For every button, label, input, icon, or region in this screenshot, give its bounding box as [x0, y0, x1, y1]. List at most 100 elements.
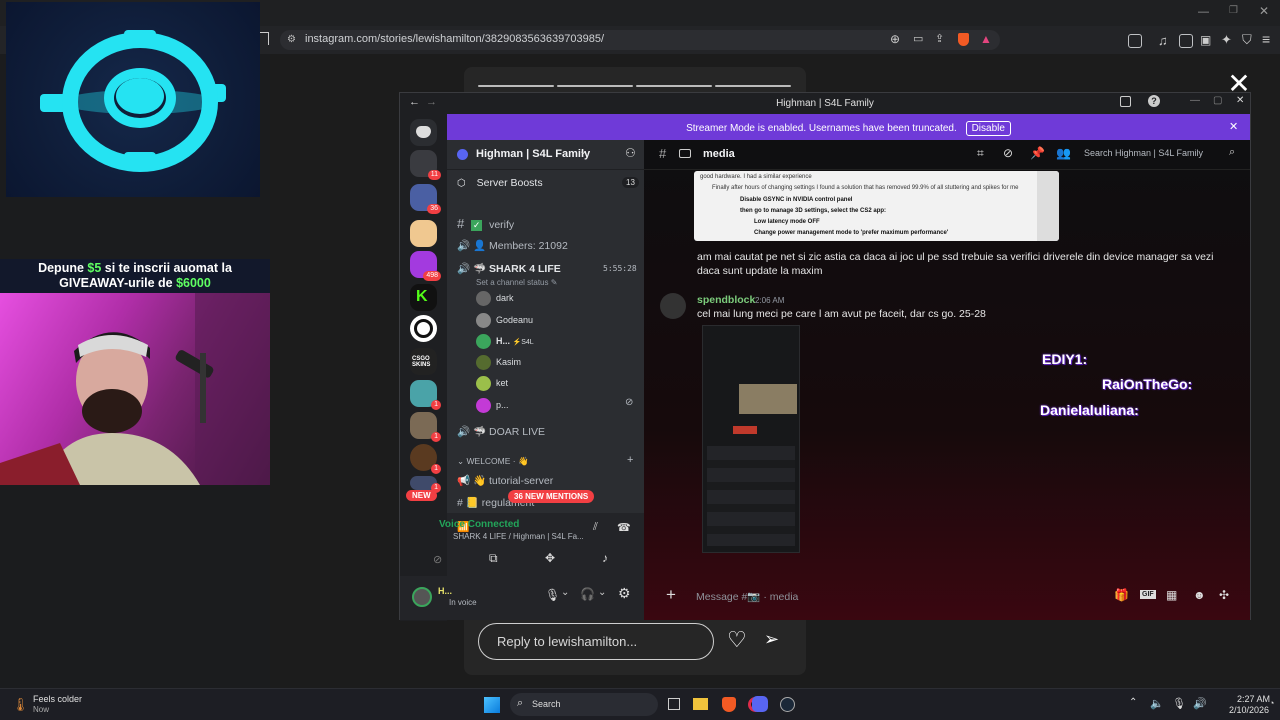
server-icon[interactable]: 498	[410, 251, 441, 281]
bookmark-icon[interactable]	[259, 32, 269, 45]
voice-member[interactable]: Godeanu	[476, 313, 533, 328]
server-icon[interactable]: 36	[410, 184, 441, 214]
new-mentions-pill[interactable]: 36 NEW MENTIONS	[508, 490, 595, 503]
clock-date[interactable]: 2/10/2026	[1229, 705, 1269, 715]
heart-icon[interactable]: ♡	[727, 627, 747, 653]
chevron-up-icon[interactable]: ⌃	[1129, 697, 1137, 708]
new-servers-pill[interactable]: NEW	[406, 490, 437, 501]
weather-title[interactable]: Feels colder	[33, 694, 82, 704]
noise-suppression-icon[interactable]: ⫽	[593, 521, 598, 534]
site-settings-icon[interactable]: ⚙	[287, 34, 296, 45]
voice-member[interactable]: ket	[476, 376, 508, 391]
author-avatar[interactable]	[660, 293, 686, 319]
threads-icon[interactable]: ⌗	[977, 146, 984, 161]
story-reply-input[interactable]: Reply to lewishamilton...	[478, 623, 714, 660]
disable-streamer-mode-button[interactable]: Disable	[965, 121, 1011, 136]
apps-icon[interactable]: ✣	[1219, 588, 1229, 602]
thermometer-icon[interactable]: 🌡	[12, 697, 29, 713]
microphone-icon[interactable]: 🎙	[1172, 697, 1186, 710]
volume-icon[interactable]: 🔊	[1193, 697, 1207, 710]
clock-time[interactable]: 2:27 AM	[1237, 694, 1270, 704]
discord-home-button[interactable]	[410, 119, 437, 146]
search-input[interactable]: Search Highman | S4L Family	[1078, 148, 1242, 164]
headphones-icon[interactable]: 🎧	[580, 587, 595, 601]
discord-maximize-icon[interactable]: ▢	[1213, 95, 1222, 106]
voice-member[interactable]: dark	[476, 291, 514, 306]
message-input[interactable]: Message #📷 · media	[696, 590, 798, 603]
zoom-icon[interactable]: ⊕	[890, 32, 900, 46]
address-bar[interactable]: ⚙ instagram.com/stories/lewishamilton/38…	[280, 30, 1000, 50]
back-arrow-icon[interactable]: ←	[409, 96, 420, 108]
category-welcome[interactable]: ⌄ WELCOME · 👋	[457, 456, 529, 467]
pin-icon[interactable]: 📌	[1030, 146, 1045, 160]
add-channel-icon[interactable]: +	[627, 454, 633, 466]
channel-members[interactable]: 🔊 👤 Members: 21092	[457, 239, 568, 252]
maximize-icon[interactable]: ❐	[1229, 5, 1238, 16]
wallet-icon[interactable]: ▣	[1200, 33, 1211, 47]
add-attachment-icon[interactable]: +	[666, 585, 676, 605]
sticker-icon[interactable]: ▦	[1166, 588, 1177, 602]
inbox-icon[interactable]	[1120, 96, 1131, 107]
banner-close-icon[interactable]: ✕	[1229, 120, 1238, 133]
discord-taskbar-icon[interactable]	[752, 696, 768, 712]
brave-browser-icon[interactable]	[722, 697, 736, 712]
channel-verify[interactable]: # ✓ verify	[457, 216, 514, 231]
server-icon[interactable]: CSGO SKINS	[410, 348, 437, 375]
menu-icon[interactable]: ≡	[1262, 31, 1270, 47]
camera-off-icon[interactable]: ⊘	[433, 553, 442, 566]
microphone-icon[interactable]: 🎙	[545, 588, 560, 602]
message-author[interactable]: spendblock	[697, 294, 755, 306]
start-icon[interactable]	[484, 697, 500, 713]
set-channel-status[interactable]: Set a channel status ✎	[476, 278, 557, 287]
file-explorer-icon[interactable]	[693, 698, 708, 710]
channel-shark-4-life[interactable]: 🔊 🦈 SHARK 4 LIFE	[457, 262, 561, 275]
gif-icon[interactable]: GIF	[1140, 590, 1156, 599]
send-icon[interactable]: ➢	[764, 629, 779, 650]
forward-arrow-icon[interactable]: →	[426, 96, 437, 108]
channel-tutorial-server[interactable]: 📢 👋 tutorial-server	[457, 474, 553, 487]
voice-member[interactable]: p...	[476, 398, 509, 413]
chevron-down-icon[interactable]: ⌄	[598, 587, 606, 598]
invite-icon[interactable]: ⚇	[625, 146, 636, 160]
message-composer[interactable]: + Message #📷 · media 🎁 GIF ▦ ☻ ✣	[662, 583, 1242, 611]
chevron-down-icon[interactable]: ⌄	[561, 587, 569, 598]
reader-mode-icon[interactable]	[1128, 34, 1142, 48]
notification-bell-icon[interactable]: ◔	[1269, 698, 1274, 708]
server-icon[interactable]: 1	[410, 476, 441, 493]
server-icon[interactable]: 1	[410, 380, 441, 410]
soundboard-icon[interactable]: ♪	[602, 551, 608, 565]
user-avatar[interactable]	[412, 587, 432, 607]
notifications-off-icon[interactable]: ⊘	[1003, 146, 1013, 160]
server-icon[interactable]: K	[410, 284, 437, 311]
disconnect-icon[interactable]: ☎	[617, 521, 631, 534]
brave-shield-icon[interactable]	[958, 33, 969, 46]
voice-member[interactable]: H... ⚡S4L	[476, 334, 534, 349]
emoji-icon[interactable]: ☻	[1193, 588, 1206, 602]
discord-close-icon[interactable]: ✕	[1236, 95, 1244, 106]
activities-icon[interactable]: ✥	[545, 551, 555, 565]
brave-rewards-icon[interactable]: ▲	[980, 32, 992, 46]
server-icon[interactable]	[410, 315, 437, 342]
screen-share-icon[interactable]: ⧉	[489, 551, 498, 566]
cast-icon[interactable]: ▭	[913, 32, 923, 45]
task-view-icon[interactable]	[668, 698, 680, 710]
close-window-icon[interactable]: ✕	[1259, 4, 1269, 18]
minimize-icon[interactable]: —	[1198, 6, 1209, 18]
sidebar-icon[interactable]	[1179, 34, 1193, 48]
gift-icon[interactable]: 🎁	[1114, 588, 1129, 602]
server-icon[interactable]	[410, 220, 437, 247]
server-icon[interactable]: 11	[410, 150, 441, 180]
music-icon[interactable]: ♫	[1158, 33, 1168, 48]
server-icon[interactable]: 1	[410, 412, 441, 442]
taskbar-search[interactable]: ⌕ Search	[510, 693, 658, 716]
member-list-icon[interactable]: 👥	[1056, 146, 1071, 160]
screenshot-attachment[interactable]	[702, 325, 800, 553]
channel-doar-live[interactable]: 🔊 🦈 DOAR LIVE	[457, 425, 545, 438]
settings-gear-icon[interactable]: ⚙	[618, 585, 631, 602]
speaker-icon[interactable]: 🔈	[1150, 697, 1164, 710]
server-icon[interactable]: 1	[410, 444, 441, 474]
steam-icon[interactable]	[780, 697, 795, 712]
server-boosts-row[interactable]: ⬡ Server Boosts	[457, 177, 543, 189]
vpn-icon[interactable]: ⛉	[1242, 32, 1252, 48]
help-icon[interactable]: ?	[1148, 95, 1160, 107]
